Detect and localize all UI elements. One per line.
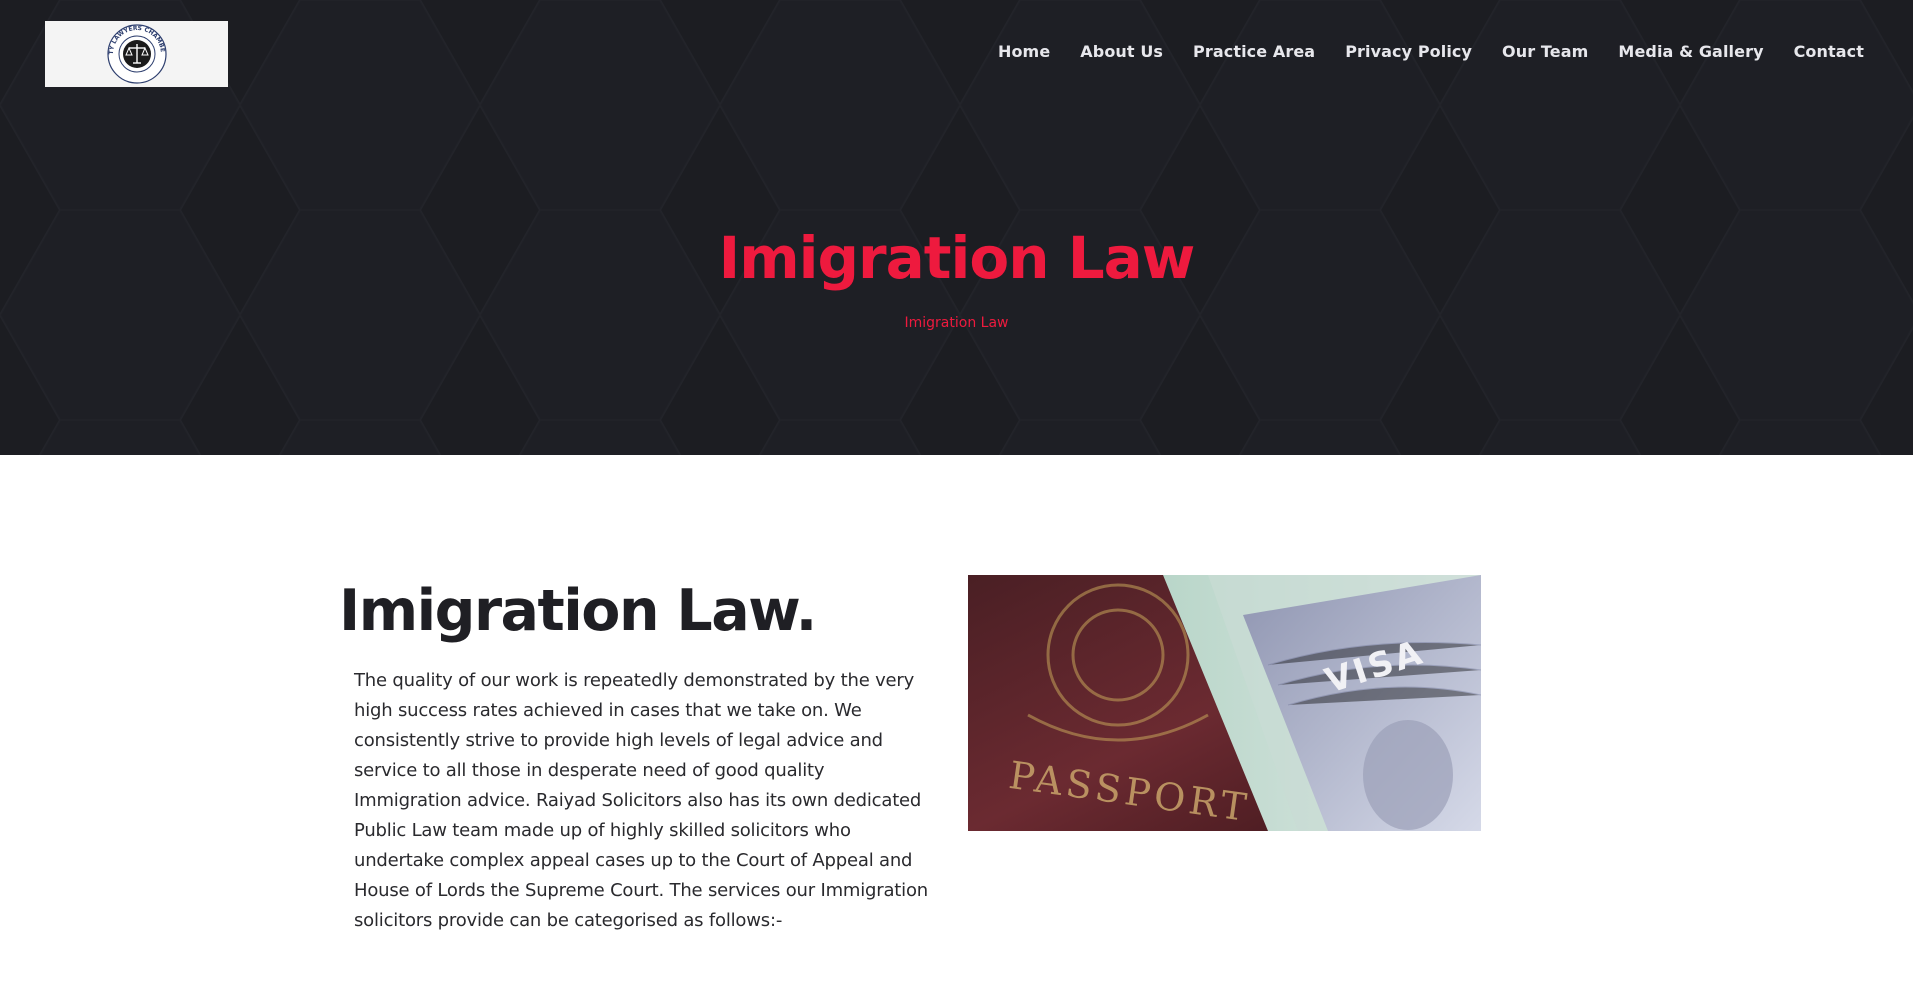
nav-media-gallery[interactable]: Media & Gallery [1618, 42, 1763, 61]
page-hero: CITY LAWYERS CHAMBERS Home About Us Prac… [0, 0, 1913, 455]
page-title: Imigration Law [718, 224, 1196, 292]
nav-our-team[interactable]: Our Team [1502, 42, 1588, 61]
nav-privacy-policy[interactable]: Privacy Policy [1345, 42, 1472, 61]
main-navigation: Home About Us Practice Area Privacy Poli… [968, 42, 1864, 61]
section-paragraph: The quality of our work is repeatedly de… [354, 670, 928, 931]
passport-visa-image: PASSPORT VISA [968, 575, 1481, 831]
scales-of-justice-icon: CITY LAWYERS CHAMBERS [104, 23, 167, 84]
nav-practice-area[interactable]: Practice Area [1193, 42, 1315, 61]
section-heading: Imigration Law. [339, 578, 817, 644]
nav-home[interactable]: Home [998, 42, 1050, 61]
nav-about-us[interactable]: About Us [1080, 42, 1163, 61]
breadcrumb[interactable]: Imigration Law [0, 315, 1913, 331]
nav-contact[interactable]: Contact [1794, 42, 1864, 61]
site-logo[interactable]: CITY LAWYERS CHAMBERS [45, 21, 228, 87]
